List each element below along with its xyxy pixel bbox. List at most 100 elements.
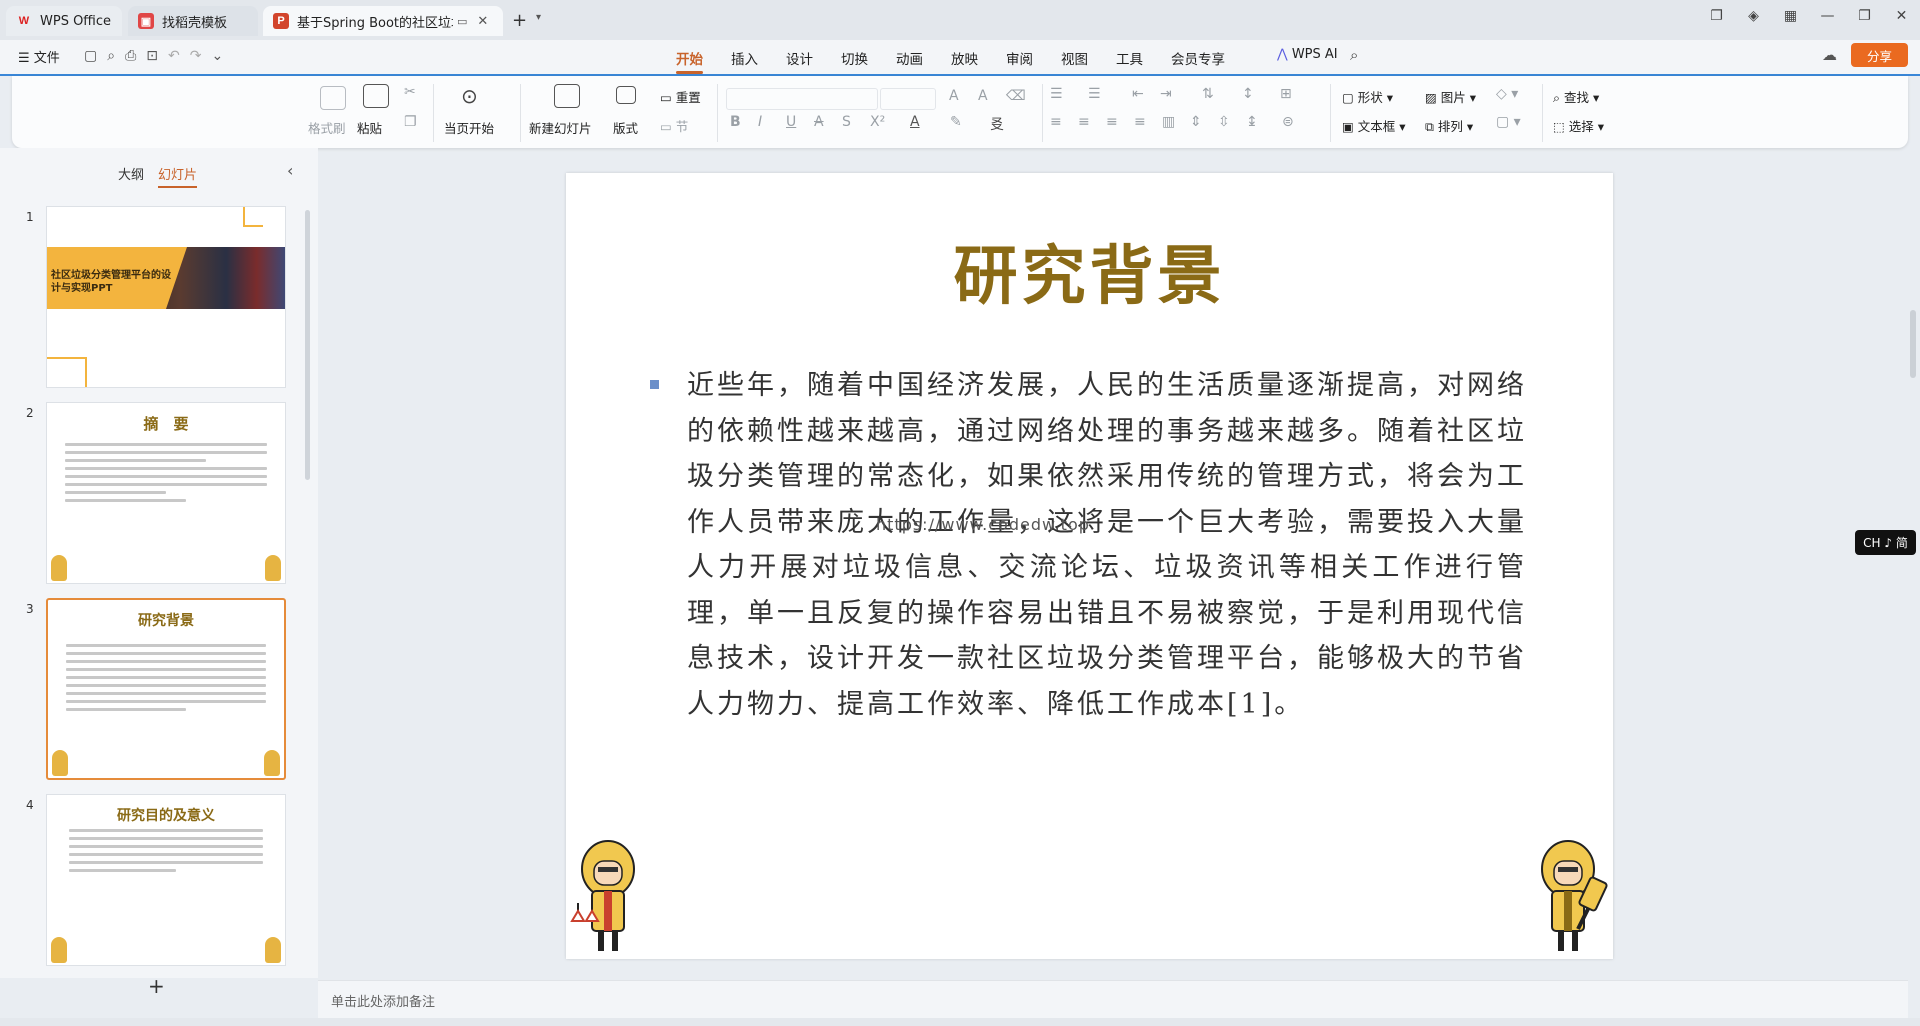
editor-scrollbar[interactable] (1906, 150, 1920, 980)
font-family-select[interactable] (726, 88, 878, 110)
paste-icon[interactable] (363, 84, 389, 108)
shadow-icon[interactable]: S (842, 114, 851, 130)
new-slide-button[interactable]: 新建幻灯片 (529, 118, 592, 137)
new-slide-icon[interactable] (554, 84, 580, 108)
align-center-icon[interactable]: ≡ (1078, 114, 1090, 130)
format-painter-icon[interactable] (320, 86, 346, 110)
slide-canvas[interactable]: 研究背景 近些年，随着中国经济发展，人民的生活质量逐渐提高，对网络的依赖性越来越… (566, 173, 1613, 959)
font-grow-icon[interactable]: A (949, 88, 959, 104)
slide-thumbnail-3[interactable]: 研究背景 (46, 598, 286, 780)
tab-insert[interactable]: 插入 (731, 48, 758, 68)
tab-tools[interactable]: 工具 (1116, 48, 1143, 68)
tab-review[interactable]: 审阅 (1006, 48, 1033, 68)
print-icon[interactable]: ⎙ (125, 48, 136, 64)
save-icon[interactable]: ▢ (84, 48, 97, 64)
tab-transitions[interactable]: 切换 (841, 48, 868, 68)
slide-body-text[interactable]: 近些年，随着中国经济发展，人民的生活质量逐渐提高，对网络的依赖性越来越高，通过网… (687, 363, 1527, 727)
tab-home[interactable]: 开始 (676, 48, 703, 74)
font-shrink-icon[interactable]: A (978, 88, 988, 104)
play-icon[interactable]: ⊙ (461, 84, 478, 108)
italic-icon[interactable]: I (758, 114, 762, 130)
ime-indicator[interactable]: CH ♪ 简 (1855, 530, 1916, 555)
find-button[interactable]: ⌕ 查找 ▾ (1553, 87, 1599, 106)
tab-member[interactable]: 会员专享 (1171, 48, 1225, 68)
tab-current-presentation[interactable]: P 基于Spring Boot的社区垃圾 ▭ ✕ (263, 6, 503, 36)
vertical-align-icon[interactable]: ⇳ (1218, 114, 1230, 130)
font-color-icon[interactable]: A (910, 114, 920, 130)
chevron-down-icon[interactable]: ⌄ (211, 48, 223, 64)
search-icon[interactable]: ⌕ (1350, 46, 1358, 64)
notes-placeholder[interactable]: 单击此处添加备注 (331, 991, 435, 1010)
chevron-left-icon[interactable]: ‹ (287, 161, 293, 180)
panel-scrollbar[interactable] (305, 210, 310, 480)
tab-slideshow[interactable]: 放映 (951, 48, 978, 68)
clear-format-icon[interactable]: ⌫ (1006, 88, 1026, 104)
restore-icon[interactable]: ❐ (1846, 8, 1883, 24)
align-left-icon[interactable]: ≡ (1050, 114, 1062, 130)
avatar[interactable]: ▦ (1772, 8, 1809, 24)
close-window-icon[interactable]: ✕ (1883, 8, 1920, 24)
outdent-icon[interactable]: ⇤ (1132, 86, 1144, 102)
tab-view[interactable]: 视图 (1061, 48, 1088, 68)
text-options-icon[interactable]: ⊜ (1282, 114, 1294, 130)
tab-wps-office[interactable]: W WPS Office (6, 6, 122, 36)
print-preview-icon[interactable]: ⊡ (146, 48, 158, 64)
minimize-icon[interactable]: — (1809, 8, 1846, 24)
copy-icon[interactable]: ❐ (404, 114, 417, 130)
columns-icon[interactable]: ⇕ (1190, 114, 1202, 130)
font-size-select[interactable] (880, 88, 936, 110)
notes-pane[interactable]: 单击此处添加备注 (318, 980, 1908, 1018)
layout-icon[interactable]: ❐ (1698, 8, 1735, 24)
text-direction-icon[interactable]: ⇅ (1202, 86, 1214, 102)
bullets-icon[interactable]: ☰ (1050, 86, 1063, 102)
textbox-button[interactable]: ▣ 文本框 ▾ (1342, 116, 1406, 135)
slide-thumbnail-4[interactable]: 研究目的及意义 (46, 794, 286, 966)
wps-ai-button[interactable]: ⋀ WPS AI (1277, 47, 1338, 62)
bold-icon[interactable]: B (730, 114, 741, 130)
cut-icon[interactable]: ✂ (404, 84, 416, 100)
layout-button[interactable]: 版式 (613, 118, 638, 137)
arrange-button[interactable]: ⧉ 排列 ▾ (1425, 116, 1473, 135)
tab-outline[interactable]: 大纲 (118, 164, 144, 183)
fill-icon[interactable]: ◇ ▾ (1496, 86, 1518, 102)
layout-icon[interactable] (616, 86, 636, 104)
paragraph-spacing-icon[interactable]: ↨ (1246, 114, 1258, 130)
indent-icon[interactable]: ⇥ (1160, 86, 1172, 102)
char-spacing-icon[interactable]: 㕛 (990, 114, 1004, 134)
slide-title[interactable]: 研究背景 (566, 225, 1613, 317)
select-button[interactable]: ⬚ 选择 ▾ (1553, 116, 1604, 135)
cloud-upload-icon[interactable]: ☁ (1822, 46, 1837, 64)
justify-icon[interactable]: ≡ (1134, 114, 1146, 130)
new-tab-button[interactable]: + (512, 10, 527, 31)
play-from-current-button[interactable]: 当页开始 (444, 118, 494, 137)
tab-design[interactable]: 设计 (786, 48, 813, 68)
scrollbar-thumb[interactable] (1910, 310, 1916, 378)
reset-button[interactable]: ▭ 重置 (660, 87, 701, 106)
close-tab-icon[interactable]: ✕ (477, 14, 488, 29)
outline-icon[interactable]: ▢ ▾ (1496, 114, 1521, 130)
add-slide-button[interactable]: + (148, 974, 165, 998)
strikethrough-icon[interactable]: A (814, 114, 824, 130)
export-icon[interactable]: ⌕ (107, 48, 115, 64)
tab-animations[interactable]: 动画 (896, 48, 923, 68)
slide-thumbnail-1[interactable]: 社区垃圾分类管理平台的设计与实现PPT (46, 206, 286, 388)
paste-button[interactable]: 粘贴 (357, 118, 382, 137)
shape-button[interactable]: ▢ 形状 ▾ (1342, 87, 1393, 106)
undo-icon[interactable]: ↶ (168, 48, 180, 64)
share-button[interactable]: 分享 (1851, 43, 1908, 67)
numbering-icon[interactable]: ☰ (1088, 86, 1101, 102)
file-menu[interactable]: ☰ 文件 (18, 47, 60, 66)
tab-slides[interactable]: 幻灯片 (158, 164, 198, 188)
section-button[interactable]: ▭ 节 (660, 116, 688, 135)
picture-button[interactable]: ▨ 图片 ▾ (1425, 87, 1476, 106)
chevron-down-icon[interactable]: ▾ (536, 12, 541, 23)
distribute-icon[interactable]: ▥ (1162, 114, 1175, 130)
line-spacing-icon[interactable]: ↕ (1242, 86, 1254, 102)
superscript-icon[interactable]: X² (870, 114, 885, 130)
highlight-icon[interactable]: ✎ (950, 114, 962, 130)
cube-icon[interactable]: ◈ (1735, 8, 1772, 24)
convert-smartart-icon[interactable]: ⊞ (1280, 86, 1292, 102)
redo-icon[interactable]: ↷ (190, 48, 202, 64)
align-right-icon[interactable]: ≡ (1106, 114, 1118, 130)
underline-icon[interactable]: U (786, 114, 796, 130)
